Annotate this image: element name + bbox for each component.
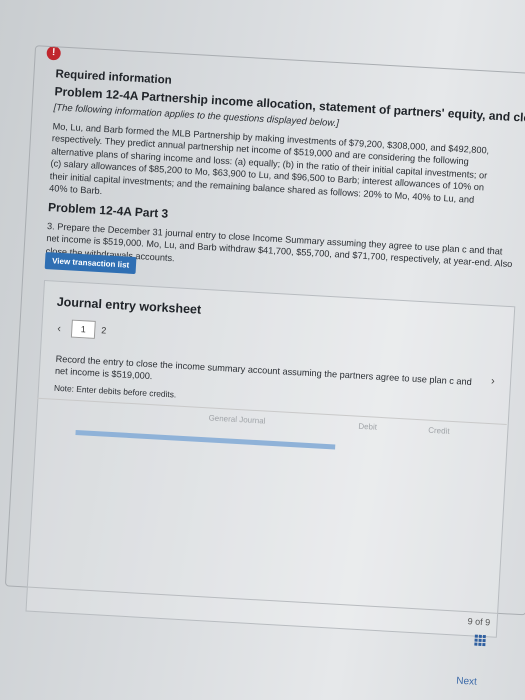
photo-stage: ! Required information Problem 12-4A Par…	[0, 0, 525, 700]
chevron-left-icon[interactable]: ‹	[57, 323, 61, 335]
worksheet-page-1[interactable]: 1	[70, 319, 96, 339]
chevron-right-icon[interactable]: ›	[491, 375, 495, 387]
page-counter: 9 of 9	[467, 616, 491, 628]
worksheet-page-2[interactable]: 2	[101, 325, 107, 335]
credit-header: Credit	[427, 425, 450, 436]
journal-worksheet-panel	[25, 279, 516, 638]
next-button[interactable]: Next	[456, 676, 477, 688]
debit-header: Debit	[358, 421, 378, 432]
screen-content: ! Required information Problem 12-4A Par…	[0, 28, 525, 700]
grid-icon[interactable]	[474, 634, 487, 648]
